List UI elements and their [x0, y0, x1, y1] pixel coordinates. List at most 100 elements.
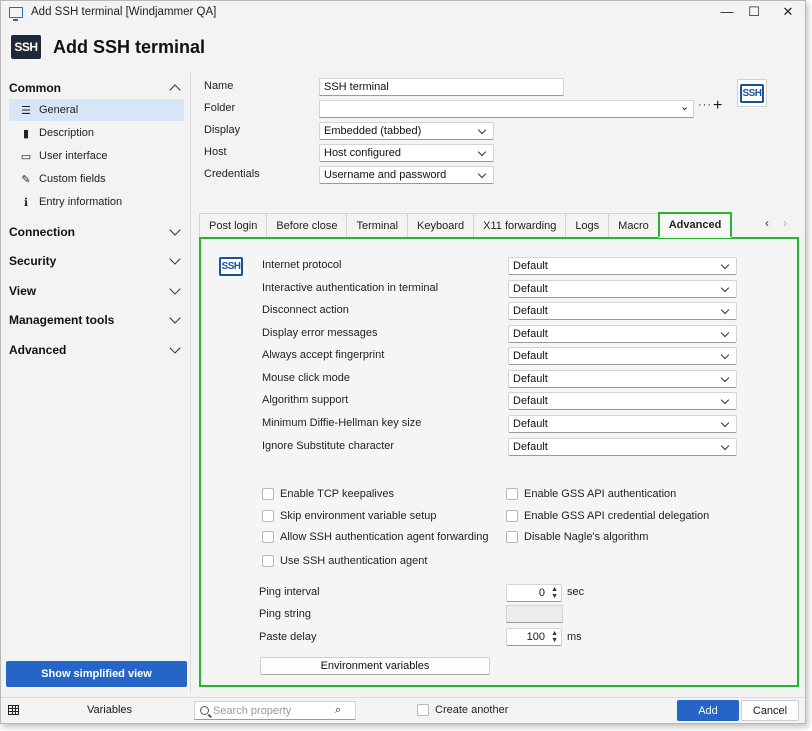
- search-input[interactable]: [213, 704, 333, 717]
- page-title: Add SSH terminal: [53, 36, 206, 57]
- tab-advanced[interactable]: Advanced: [657, 212, 733, 238]
- list-icon: ☰: [21, 104, 31, 117]
- sidebar-item-custom-fields[interactable]: ✎ Custom fields: [9, 168, 184, 190]
- checkbox-box[interactable]: [262, 531, 274, 543]
- ping-interval-value: 0: [538, 587, 545, 599]
- tab-post-login[interactable]: Post login: [199, 213, 268, 237]
- display-error-messages-select[interactable]: Default: [508, 325, 737, 343]
- create-another-checkbox[interactable]: Create another: [417, 704, 508, 716]
- dh-key-size-select[interactable]: Default: [508, 415, 737, 433]
- search-submit-icon[interactable]: ⌕: [335, 704, 341, 717]
- more-options-icon[interactable]: ···: [698, 99, 712, 111]
- tab-scroll-right-icon[interactable]: ›: [783, 216, 787, 230]
- checkbox-box[interactable]: [506, 531, 518, 543]
- add-button[interactable]: Add: [677, 700, 739, 721]
- paste-delay-stepper[interactable]: 100 ▲ ▼: [506, 628, 562, 646]
- checkbox-label: Enable GSS API authentication: [524, 488, 677, 500]
- chevron-down-icon: [477, 147, 487, 156]
- checkbox-label: Enable TCP keepalives: [280, 488, 394, 500]
- enable-tcp-keepalives-checkbox[interactable]: Enable TCP keepalives: [262, 488, 394, 500]
- host-value: Host configured: [324, 147, 402, 159]
- add-folder-icon[interactable]: +: [713, 97, 722, 115]
- setting-label: Ignore Substitute character: [262, 440, 395, 452]
- accept-fingerprint-select[interactable]: Default: [508, 347, 737, 365]
- sidebar-section-common[interactable]: Common: [9, 78, 187, 98]
- select-value: Default: [513, 395, 548, 407]
- ssh-entry-icon: SSH: [740, 83, 764, 103]
- checkbox-box[interactable]: [262, 488, 274, 500]
- setting-label: Mouse click mode: [262, 372, 351, 384]
- environment-variables-button[interactable]: Environment variables: [260, 657, 490, 675]
- sidebar-section-advanced[interactable]: Advanced: [9, 340, 187, 360]
- cancel-button[interactable]: Cancel: [741, 700, 799, 721]
- checkbox-box[interactable]: [506, 488, 518, 500]
- chevron-down-icon: [477, 125, 487, 134]
- tab-x11-forwarding[interactable]: X11 forwarding: [473, 213, 567, 237]
- sidebar-section-connection[interactable]: Connection: [9, 222, 187, 242]
- skip-env-var-setup-checkbox[interactable]: Skip environment variable setup: [262, 510, 437, 522]
- folder-label: Folder: [204, 102, 236, 114]
- ping-interval-unit: sec: [567, 586, 585, 598]
- tab-keyboard[interactable]: Keyboard: [407, 213, 475, 237]
- enable-gss-credential-delegation-checkbox[interactable]: Enable GSS API credential delegation: [506, 510, 709, 522]
- close-button[interactable]: ✕: [775, 3, 801, 21]
- tag-edit-icon: ✎: [21, 173, 31, 186]
- display-label: Display: [204, 124, 241, 136]
- credentials-select[interactable]: Username and password: [319, 166, 494, 184]
- display-select[interactable]: Embedded (tabbed): [319, 122, 494, 140]
- sidebar-item-label: Description: [39, 127, 95, 139]
- chevron-up-icon: [169, 84, 181, 96]
- ping-interval-stepper[interactable]: 0 ▲ ▼: [506, 584, 562, 602]
- use-ssh-agent-checkbox[interactable]: Use SSH authentication agent: [262, 555, 427, 567]
- chevron-down-icon: [169, 253, 181, 265]
- setting-label: Internet protocol: [262, 259, 342, 271]
- sidebar-item-description[interactable]: ▮ Description: [9, 122, 184, 144]
- sidebar-section-security[interactable]: Security: [9, 251, 187, 271]
- variables-button[interactable]: Variables: [87, 704, 132, 716]
- algorithm-support-select[interactable]: Default: [508, 392, 737, 410]
- disconnect-action-select[interactable]: Default: [508, 302, 737, 320]
- interactive-auth-select[interactable]: Default: [508, 280, 737, 298]
- folder-input[interactable]: [319, 100, 694, 118]
- stepper-arrows-icon[interactable]: ▲ ▼: [551, 630, 558, 644]
- folder-chevron-down-icon[interactable]: ⌄: [680, 100, 689, 113]
- maximize-button[interactable]: ☐: [741, 3, 767, 21]
- stepper-arrows-icon[interactable]: ▲ ▼: [551, 586, 558, 600]
- tab-macro[interactable]: Macro: [608, 213, 659, 237]
- sidebar-item-label: General: [39, 104, 79, 116]
- mouse-click-mode-select[interactable]: Default: [508, 370, 737, 388]
- search-property-box[interactable]: ⌕: [194, 701, 356, 720]
- checkbox-label: Enable GSS API credential delegation: [524, 510, 710, 522]
- allow-agent-forwarding-checkbox[interactable]: Allow SSH authentication agent forwardin…: [262, 531, 489, 543]
- tab-before-close[interactable]: Before close: [266, 213, 348, 237]
- sidebar-section-view[interactable]: View: [9, 281, 187, 301]
- enable-gss-api-auth-checkbox[interactable]: Enable GSS API authentication: [506, 488, 676, 500]
- show-simplified-view-button[interactable]: Show simplified view: [6, 661, 187, 687]
- search-icon: [200, 706, 209, 715]
- minimize-button[interactable]: —: [714, 3, 740, 21]
- tab-scroll-left-icon[interactable]: ‹: [765, 216, 769, 230]
- checkbox-box[interactable]: [262, 555, 274, 567]
- name-input[interactable]: SSH terminal: [319, 78, 564, 96]
- internet-protocol-select[interactable]: Default: [508, 257, 737, 275]
- select-value: Default: [513, 328, 548, 340]
- setting-label: Interactive authentication in terminal: [262, 282, 439, 294]
- tab-terminal[interactable]: Terminal: [346, 213, 409, 237]
- sidebar-item-user-interface[interactable]: ▭ User interface: [9, 145, 184, 167]
- checkbox-box[interactable]: [262, 510, 274, 522]
- host-select[interactable]: Host configured: [319, 144, 494, 162]
- paste-delay-label: Paste delay: [259, 631, 317, 643]
- sidebar-item-label: Custom fields: [39, 173, 106, 185]
- tab-logs[interactable]: Logs: [565, 213, 610, 237]
- ping-string-input[interactable]: [506, 605, 563, 623]
- chevron-down-icon: [720, 395, 730, 404]
- sidebar-item-entry-information[interactable]: ℹ Entry information: [9, 191, 184, 213]
- disable-nagle-checkbox[interactable]: Disable Nagle's algorithm: [506, 531, 648, 543]
- entry-icon-picker[interactable]: SSH: [737, 79, 767, 107]
- sidebar-item-general[interactable]: ☰ General: [9, 99, 184, 121]
- checkbox-box[interactable]: [506, 510, 518, 522]
- sidebar-section-management-tools[interactable]: Management tools: [9, 310, 187, 330]
- checkbox-box[interactable]: [417, 704, 429, 716]
- ignore-substitute-select[interactable]: Default: [508, 438, 737, 456]
- tab-bar: Post login Before close Terminal Keyboar…: [199, 212, 733, 238]
